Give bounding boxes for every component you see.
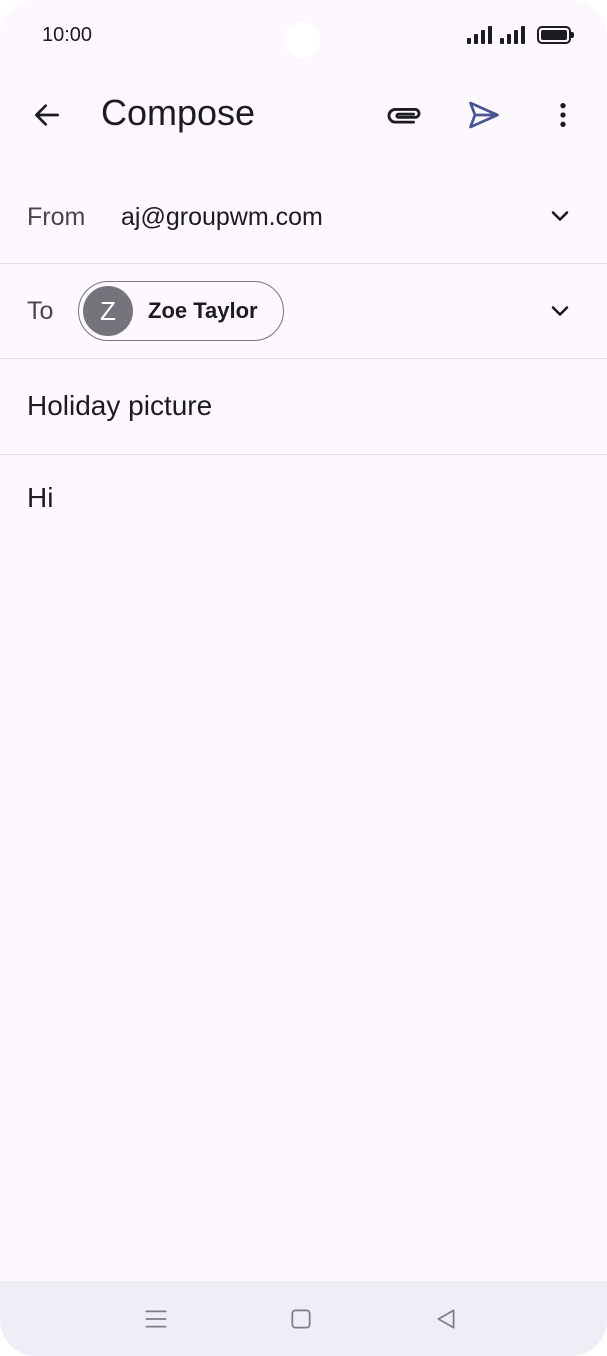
to-expand-button[interactable] xyxy=(542,293,578,329)
more-vert-icon xyxy=(560,103,566,127)
avatar: Z xyxy=(83,286,133,336)
recent-apps-button[interactable] xyxy=(138,1301,174,1337)
attach-button[interactable] xyxy=(380,91,428,139)
back-button[interactable] xyxy=(23,91,71,139)
phone-screen: 10:00 Compose From aj@groupwm.com To Z Z… xyxy=(0,0,607,1356)
home-square-icon xyxy=(291,1309,311,1329)
message-body[interactable]: Hi xyxy=(27,482,53,514)
send-button[interactable] xyxy=(460,91,508,139)
to-label: To xyxy=(27,297,54,325)
chevron-down-icon xyxy=(551,211,569,221)
from-expand-button[interactable] xyxy=(542,198,578,234)
from-row[interactable]: From aj@groupwm.com xyxy=(0,170,607,264)
page-title: Compose xyxy=(101,92,256,133)
status-bar: 10:00 xyxy=(0,0,607,70)
chevron-down-icon xyxy=(551,306,569,316)
status-icons xyxy=(467,24,574,46)
home-button[interactable] xyxy=(283,1301,319,1337)
app-bar: Compose xyxy=(0,70,607,160)
signal-icon xyxy=(467,26,492,44)
status-time: 10:00 xyxy=(42,24,93,46)
subject-text: Holiday picture xyxy=(27,390,213,421)
more-options-button[interactable] xyxy=(539,91,587,139)
menu-icon xyxy=(145,1310,167,1328)
to-row[interactable]: To Z Zoe Taylor xyxy=(0,264,607,359)
send-icon xyxy=(469,101,499,129)
camera-cutout xyxy=(284,22,320,58)
triangle-back-icon xyxy=(437,1309,455,1329)
navigation-bar xyxy=(0,1281,607,1356)
subject-field[interactable]: Holiday picture xyxy=(0,359,607,455)
battery-icon xyxy=(537,26,574,44)
system-back-button[interactable] xyxy=(428,1301,464,1337)
from-address: aj@groupwm.com xyxy=(121,203,323,231)
recipient-chip[interactable]: Z Zoe Taylor xyxy=(78,281,284,341)
from-label: From xyxy=(27,203,86,231)
recipient-name: Zoe Taylor xyxy=(148,298,258,323)
paperclip-icon xyxy=(387,108,421,124)
signal-icon-2 xyxy=(500,26,525,44)
arrow-left-icon xyxy=(35,104,59,126)
